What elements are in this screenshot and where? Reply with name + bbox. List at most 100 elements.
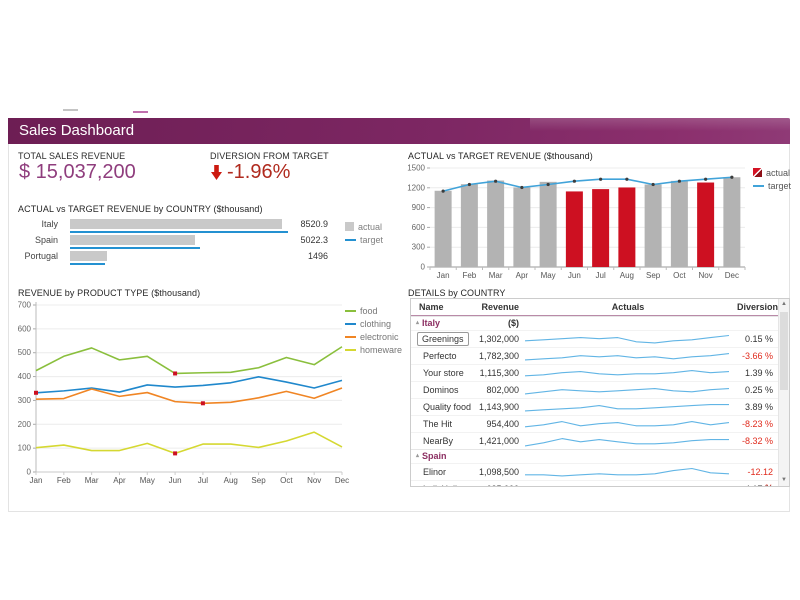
product-chart-legend: foodclothingelectronichomeware: [345, 304, 402, 356]
bar-feb[interactable]: [461, 184, 478, 267]
group-name: Spain: [422, 450, 447, 463]
country-label: Portugal: [10, 250, 58, 263]
cell-name: Perfecto: [411, 348, 474, 364]
bar-jun[interactable]: [566, 191, 583, 267]
target-line: [443, 177, 732, 191]
homeware-swatch-icon: [345, 349, 356, 351]
actual-swatch-icon: [345, 222, 354, 231]
legend-item-homeware: homeware: [345, 343, 402, 356]
min-marker-homeware: [173, 451, 177, 455]
country-row-italy[interactable]: Italy8520.9: [10, 218, 395, 234]
scrollbar-thumb[interactable]: [780, 312, 788, 390]
svg-text:May: May: [541, 271, 556, 280]
sparkline: [525, 401, 729, 414]
target-swatch-icon: [753, 185, 764, 187]
actual-bar[interactable]: [70, 219, 282, 229]
total-revenue-label: TOTAL SALES REVENUE: [18, 151, 125, 161]
cell-actuals: [519, 399, 737, 415]
vertical-scrollbar[interactable]: ▲ ▼: [778, 299, 789, 486]
scroll-up-icon[interactable]: ▲: [779, 299, 789, 310]
country-row-spain[interactable]: Spain5022.3: [10, 234, 395, 250]
table-row[interactable]: The Hit954,400-8.23 %: [411, 415, 789, 432]
table-row[interactable]: Greenings1,302,0000.15 %: [411, 330, 789, 347]
column-header-name[interactable]: Name: [411, 299, 474, 315]
monthly-chart-legend: actual target: [753, 166, 791, 192]
svg-text:300: 300: [412, 243, 426, 252]
sparkline: [525, 435, 729, 448]
cell-actuals: [519, 365, 737, 381]
bar-mar[interactable]: [487, 181, 504, 267]
svg-text:600: 600: [18, 324, 32, 333]
table-row[interactable]: Dominos802,0000.25 %: [411, 381, 789, 398]
bar-may[interactable]: [540, 182, 557, 267]
bar-jan[interactable]: [435, 191, 452, 267]
cell-actuals: [519, 481, 737, 487]
column-header-revenue[interactable]: Revenue ($): [474, 299, 519, 315]
cell-revenue: 1,782,300: [474, 348, 519, 364]
table-row[interactable]: Elinor1,098,500-12.12 %: [411, 463, 789, 480]
svg-text:1200: 1200: [407, 183, 425, 192]
sparkline: [525, 350, 729, 363]
country-value: 1496: [278, 250, 328, 263]
line-electronic: [36, 388, 342, 403]
bar-apr[interactable]: [513, 187, 530, 267]
svg-text:300: 300: [18, 396, 32, 405]
table-row[interactable]: Your store1,115,3001.39 %: [411, 364, 789, 381]
cell-actuals: [519, 416, 737, 432]
decoration-dash-purple: [133, 111, 148, 113]
legend-actual-label: actual: [766, 168, 790, 178]
svg-text:0: 0: [421, 263, 426, 272]
decoration-dash-gray: [63, 109, 78, 111]
cell-name: Greenings: [411, 331, 474, 347]
actual-bar[interactable]: [70, 235, 195, 245]
cell-name: Your store: [411, 365, 474, 381]
min-marker-food: [173, 371, 177, 375]
actual-bar[interactable]: [70, 251, 107, 261]
cell-actuals: [519, 382, 737, 398]
selected-cell[interactable]: Greenings: [417, 332, 469, 346]
cell-actuals: [519, 348, 737, 364]
table-row[interactable]: NearBy1,421,000-8.32 %: [411, 432, 789, 449]
sparkline: [525, 483, 729, 488]
country-chart-title: ACTUAL vs TARGET REVENUE by COUNTRY ($th…: [18, 204, 263, 214]
group-row-spain[interactable]: ▴Spain: [411, 449, 789, 463]
bar-nov[interactable]: [697, 183, 714, 267]
country-row-portugal[interactable]: Portugal 1496: [10, 250, 395, 266]
svg-text:900: 900: [412, 203, 426, 212]
svg-text:Oct: Oct: [280, 476, 293, 485]
svg-text:Jun: Jun: [568, 271, 581, 280]
collapse-icon[interactable]: ▴: [416, 450, 419, 463]
bar-aug[interactable]: [618, 187, 635, 267]
line-food: [36, 347, 342, 374]
details-title: DETAILS by COUNTRY: [408, 288, 506, 298]
sparkline: [525, 466, 729, 479]
bar-oct[interactable]: [671, 181, 688, 267]
cell-revenue: 954,400: [474, 416, 519, 432]
table-row[interactable]: Quality food1,143,9003.89 %: [411, 398, 789, 415]
legend-label: food: [360, 306, 378, 316]
scroll-down-icon[interactable]: ▼: [779, 475, 789, 486]
cell-revenue: 802,000: [474, 382, 519, 398]
svg-text:400: 400: [18, 372, 32, 381]
svg-text:Jan: Jan: [437, 271, 450, 280]
svg-text:Jul: Jul: [198, 476, 208, 485]
line-homeware: [36, 432, 342, 453]
bar-dec[interactable]: [723, 177, 740, 267]
column-header-actuals[interactable]: Actuals: [519, 299, 737, 315]
group-row-italy[interactable]: ▴Italy: [411, 316, 789, 330]
cell-name: The Hit: [411, 416, 474, 432]
line-clothing: [36, 377, 342, 393]
diversion-label: DIVERSION FROM TARGET: [210, 151, 329, 161]
collapse-icon[interactable]: ▴: [416, 317, 419, 330]
cell-name: NearBy: [411, 433, 474, 449]
bar-jul[interactable]: [592, 189, 609, 267]
sales-dashboard-page: Sales Dashboard TOTAL SALES REVENUE $ 15…: [0, 0, 800, 600]
svg-text:Feb: Feb: [57, 476, 71, 485]
table-row[interactable]: Perfecto1,782,300-3.66 %: [411, 347, 789, 364]
table-row[interactable]: LollyHolly625,0004.17 %: [411, 480, 789, 487]
svg-text:Aug: Aug: [224, 476, 238, 485]
bar-sep[interactable]: [645, 185, 662, 268]
cell-actuals: [519, 331, 737, 347]
svg-text:Oct: Oct: [673, 271, 686, 280]
legend-target-label: target: [360, 235, 383, 245]
